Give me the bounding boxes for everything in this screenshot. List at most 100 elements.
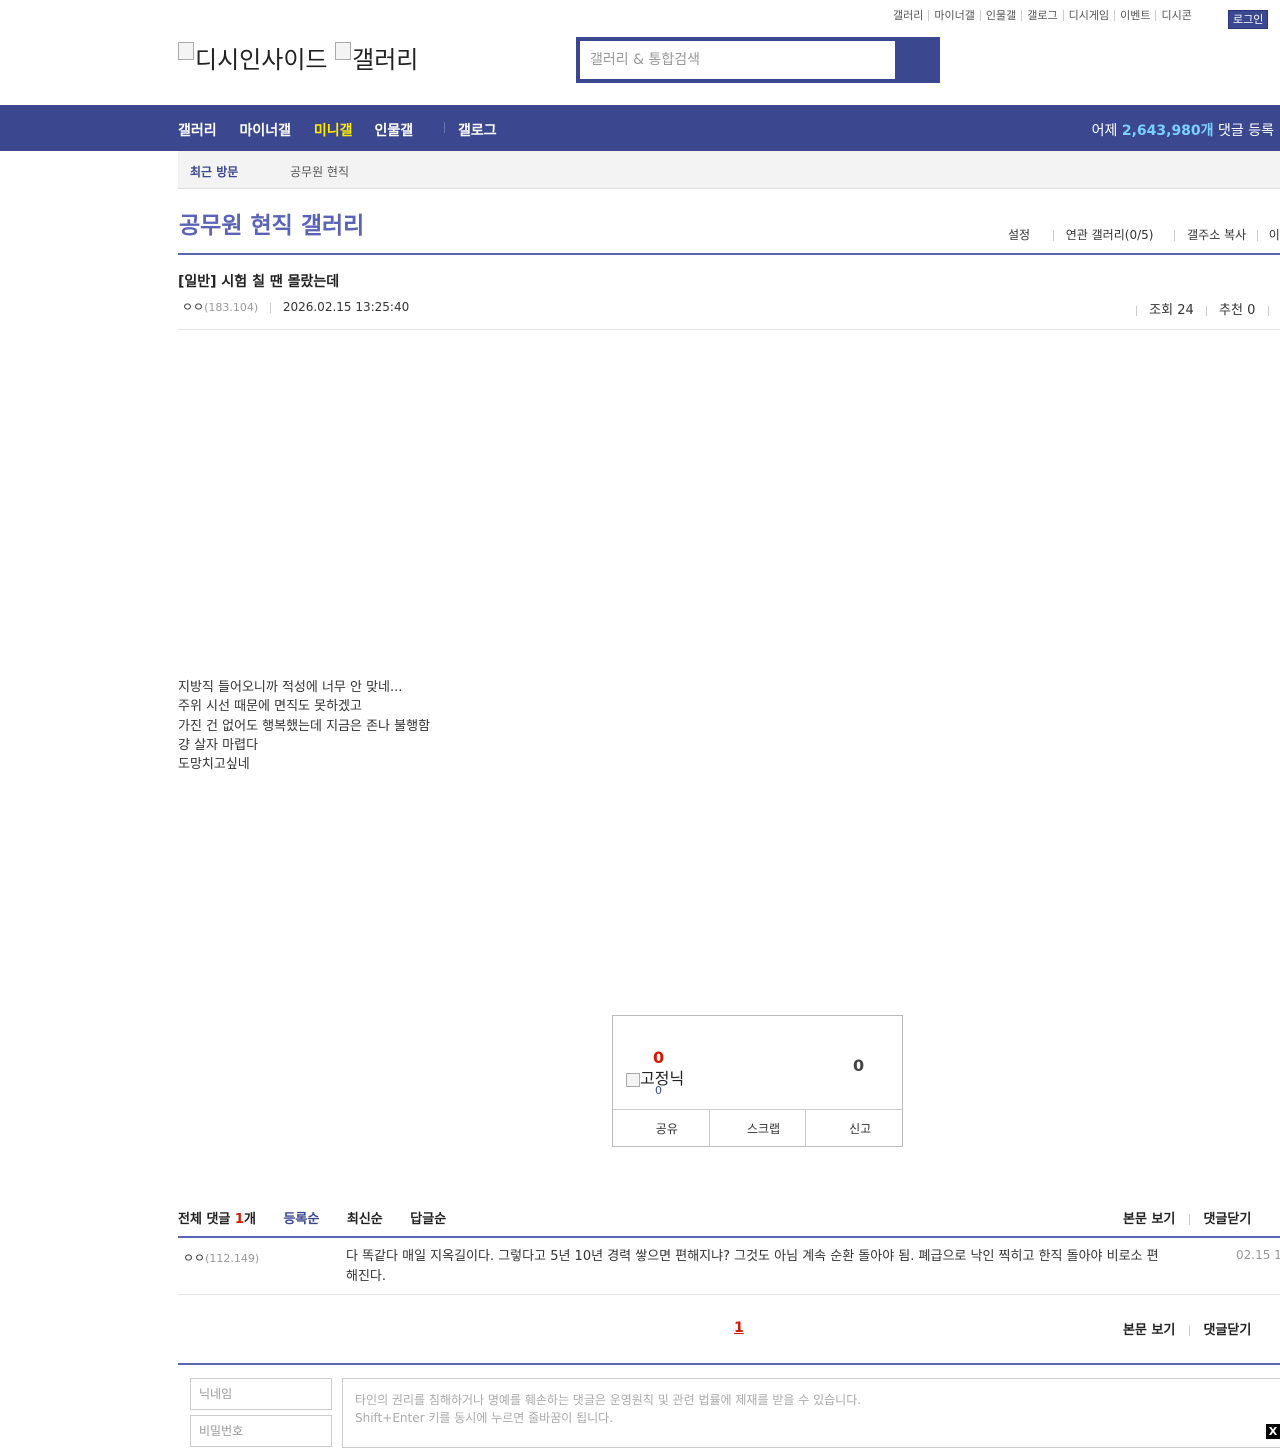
comment-header-underline <box>178 1236 1280 1238</box>
comment-writer-nick[interactable]: ㅇㅇ <box>183 1251 205 1265</box>
comment-writer: ㅇㅇ(112.149) <box>183 1249 259 1266</box>
util-link-person[interactable]: 인물갤 <box>980 10 1021 21</box>
broken-image-icon <box>335 42 351 60</box>
gallery-title-underline <box>178 253 1280 255</box>
nickname-field <box>190 1378 332 1410</box>
post-views: 조회 24 <box>1149 303 1194 318</box>
divider <box>1189 1214 1190 1225</box>
usage-link[interactable]: 이용 <box>1269 226 1280 243</box>
sort-by-latest[interactable]: 최신순 <box>347 1208 383 1227</box>
stat-suffix: 댓글 등록 <box>1218 123 1274 139</box>
post-writer-ip: (183.104) <box>204 301 258 314</box>
stat-count: 2,643,980개 <box>1122 123 1214 139</box>
sort-by-registration[interactable]: 등록순 <box>283 1208 319 1227</box>
comment-date: 02.15 13 <box>1236 1248 1280 1262</box>
divider <box>1174 230 1175 241</box>
close-comments-button[interactable]: 댓글닫기 <box>1203 1323 1251 1338</box>
comment-write-divider <box>178 1363 1280 1365</box>
comment-textarea-box <box>342 1378 1280 1448</box>
search-box <box>580 41 895 79</box>
divider <box>1053 230 1054 241</box>
password-input[interactable] <box>191 1416 331 1446</box>
search-bar <box>576 37 940 83</box>
post-writer-nick[interactable]: ㅇㅇ <box>182 300 204 314</box>
downvote-button[interactable] <box>803 1036 893 1096</box>
scrap-button[interactable]: 스크랩 <box>709 1110 806 1146</box>
comment-controls-bottom: 본문 보기 댓글닫기 <box>1123 1319 1280 1338</box>
divider <box>1257 230 1258 241</box>
password-field <box>190 1415 332 1447</box>
broken-image-icon <box>626 1073 640 1087</box>
broken-image-icon <box>178 42 194 60</box>
divider <box>1136 306 1137 316</box>
view-post-button[interactable]: 본문 보기 <box>1123 1323 1175 1338</box>
search-button[interactable] <box>895 41 936 79</box>
gallery-options: 설정 연관 갤러리(0/5) 갤주소 복사 이용 <box>1008 226 1280 243</box>
copy-address-link[interactable]: 갤주소 복사 <box>1187 226 1246 243</box>
logo-brand-alt: 디시인사이드 <box>195 46 327 74</box>
comment-total-label: 전체 댓글 <box>178 1212 230 1227</box>
post-body-line: 가진 건 없어도 행복했는데 지금은 존나 불행함 <box>178 717 430 736</box>
search-input[interactable] <box>580 41 895 79</box>
top-util-menu: 갤러리 마이너갤 인물갤 갤로그 디시게임 이벤트 디시콘 <box>893 10 1197 21</box>
nickname-input[interactable] <box>191 1379 331 1409</box>
post-header-divider <box>178 329 1280 330</box>
post-writer-info: ㅇㅇ(183.104) 2026.02.15 13:25:40 <box>182 298 409 315</box>
comment-divider <box>178 1294 1280 1295</box>
comment-textarea[interactable] <box>343 1379 1280 1447</box>
post-date: 2026.02.15 13:25:40 <box>283 300 409 314</box>
fixed-nick-alt: 고정닉 <box>640 1069 684 1088</box>
divider <box>1206 306 1207 316</box>
post-body-line: 주위 시선 때문에 면직도 못하겠고 <box>178 697 430 716</box>
util-link-gallery[interactable]: 갤러리 <box>893 10 928 21</box>
close-button[interactable]: X <box>1266 1424 1280 1439</box>
gnb-item-gallery[interactable]: 갤러리 <box>178 120 217 140</box>
divider <box>1268 306 1269 316</box>
gallery-title[interactable]: 공무원 현직 갤러리 <box>179 206 364 240</box>
post-recommend-count: 추천 0 <box>1219 303 1255 318</box>
post-body-line: 도망치고싶네 <box>178 755 430 774</box>
comment-stat: 어제 2,643,980개 댓글 등록 <box>1092 120 1274 140</box>
recent-visit-title: 최근 방문 <box>190 163 238 180</box>
page-number-current[interactable]: 1 <box>734 1320 744 1336</box>
fixed-nick-count: 0 <box>655 1084 662 1097</box>
gallery-settings-link[interactable]: 설정 <box>1008 226 1030 243</box>
gnb-item-gallog[interactable]: 갤로그 <box>458 120 497 140</box>
post-body-line: 걍 살자 마렵다 <box>178 736 430 755</box>
recent-visit-gallery[interactable]: 공무원 현직 <box>290 163 349 180</box>
site-logo[interactable]: 디시인사이드 갤러리 <box>178 40 418 75</box>
gnb-menu: 갤러리 마이너갤 미니갤 인물갤 갤로그 <box>178 120 497 140</box>
divider <box>1189 1325 1190 1336</box>
util-link-gallog[interactable]: 갤로그 <box>1021 10 1062 21</box>
post-stats: 조회 24 추천 0 <box>1136 299 1280 322</box>
util-link-minor[interactable]: 마이너갤 <box>928 10 979 21</box>
divider <box>270 303 271 313</box>
util-link-event[interactable]: 이벤트 <box>1114 10 1155 21</box>
post-body-line: 지방직 들어오니까 적성에 너무 안 맞네... <box>178 678 430 697</box>
view-post-button[interactable]: 본문 보기 <box>1123 1212 1175 1227</box>
related-gallery-link[interactable]: 연관 갤러리(0/5) <box>1066 226 1154 243</box>
gnb-item-minor[interactable]: 마이너갤 <box>240 120 292 140</box>
util-link-game[interactable]: 디시게임 <box>1063 10 1114 21</box>
comment-writer-ip: (112.149) <box>205 1252 259 1265</box>
post-title: [일반] 시험 칠 땐 몰랐는데 <box>178 271 339 291</box>
comment-total-count: 1 <box>235 1212 244 1227</box>
post-body: 지방직 들어오니까 적성에 너무 안 맞네... 주위 시선 때문에 면직도 못… <box>178 678 430 774</box>
login-button[interactable]: 로그인 <box>1228 10 1268 29</box>
comment-text: 다 똑같다 매일 지옥길이다. 그렇다고 5년 10년 경력 쌓으면 편해지냐?… <box>346 1247 1166 1287</box>
util-link-dccon[interactable]: 디시콘 <box>1155 10 1196 21</box>
recent-visit-bar: 최근 방문 공무원 현직 <box>178 151 1280 189</box>
stat-prefix: 어제 <box>1092 123 1118 139</box>
global-nav: 갤러리 마이너갤 미니갤 인물갤 갤로그 어제 2,643,980개 댓글 등록 <box>0 105 1280 151</box>
recommend-box: 0 고정닉 0 0 공유 스크랩 신고 <box>612 1015 903 1147</box>
gnb-divider <box>444 122 445 133</box>
comment-controls-top: 본문 보기 댓글닫기 <box>1123 1208 1280 1227</box>
gnb-item-mini[interactable]: 미니갤 <box>314 120 353 140</box>
comment-total-unit: 개 <box>244 1212 256 1227</box>
sort-by-replies[interactable]: 답글순 <box>410 1208 446 1227</box>
gnb-item-person[interactable]: 인물갤 <box>374 120 413 140</box>
logo-gallery-alt: 갤러리 <box>352 46 418 74</box>
close-comments-button[interactable]: 댓글닫기 <box>1203 1212 1251 1227</box>
share-button[interactable]: 공유 <box>613 1110 709 1146</box>
report-button[interactable]: 신고 <box>805 1110 902 1146</box>
